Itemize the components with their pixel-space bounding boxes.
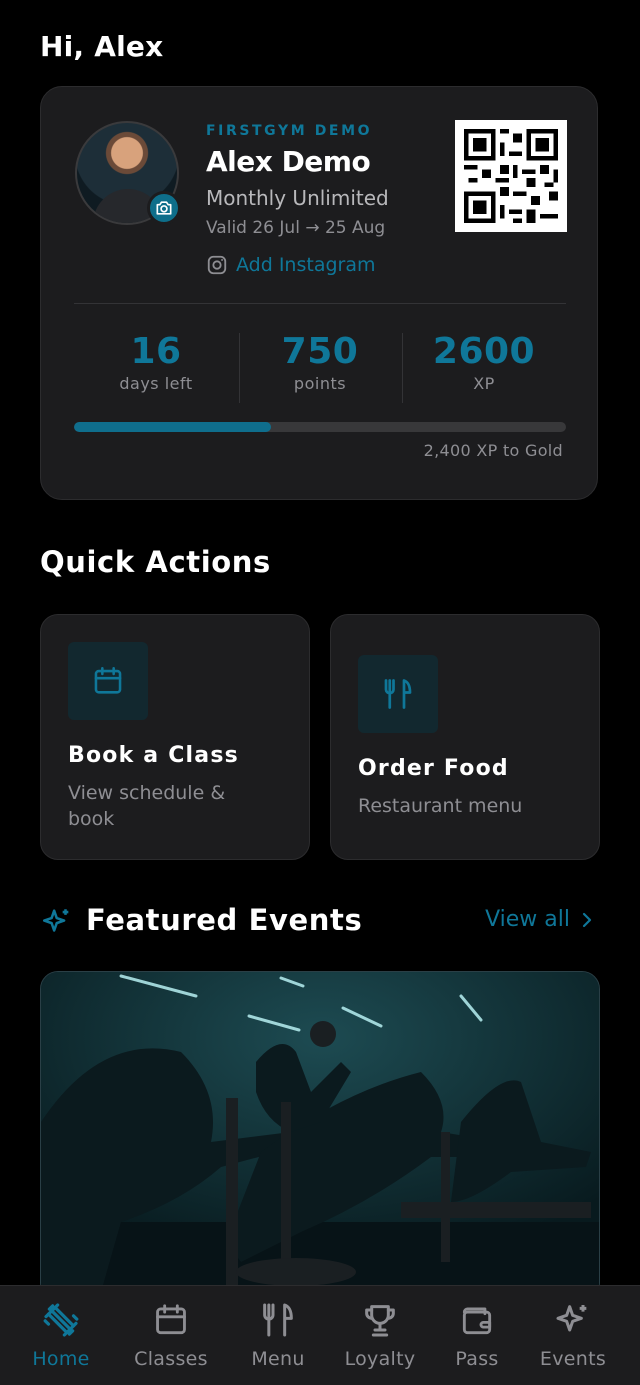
membership-qr-code[interactable] bbox=[455, 120, 567, 232]
trophy-icon bbox=[365, 1305, 395, 1337]
qr-code-icon bbox=[455, 120, 567, 232]
featured-events-heading: Featured Events bbox=[86, 903, 363, 937]
tab-label: Home bbox=[32, 1348, 90, 1370]
member-name: Alex Demo bbox=[206, 145, 371, 178]
tab-label: Loyalty bbox=[344, 1348, 416, 1370]
tab-menu[interactable]: Menu bbox=[225, 1298, 331, 1370]
quick-actions-heading: Quick Actions bbox=[40, 545, 271, 579]
tab-label: Events bbox=[539, 1348, 607, 1370]
action-subtitle-line: View schedule & bbox=[68, 782, 226, 804]
bottom-tab-bar: Home Classes Menu Loyalty Pass Events bbox=[0, 1285, 640, 1385]
action-icon-tile bbox=[358, 655, 438, 733]
featured-events-header: Featured Events View all bbox=[40, 903, 600, 943]
greeting-heading: Hi, Alex bbox=[40, 30, 164, 63]
calendar-icon bbox=[156, 1304, 186, 1335]
dumbbell-icon bbox=[43, 1303, 79, 1337]
action-subtitle: Restaurant menu bbox=[358, 795, 523, 817]
stat-value: 16 bbox=[130, 331, 182, 372]
stat-xp: 2600 XP bbox=[402, 331, 566, 393]
add-instagram-label: Add Instagram bbox=[236, 254, 376, 276]
featured-event-card[interactable] bbox=[40, 971, 600, 1301]
card-divider bbox=[74, 303, 566, 304]
event-photo bbox=[41, 972, 599, 1300]
utensils-icon bbox=[263, 1303, 293, 1337]
stat-label: points bbox=[293, 374, 347, 393]
xp-progress-bar bbox=[74, 422, 566, 432]
camera-icon bbox=[156, 201, 172, 215]
wallet-icon bbox=[462, 1307, 492, 1335]
tab-label: Menu bbox=[251, 1348, 305, 1370]
add-instagram-link[interactable]: Add Instagram bbox=[206, 252, 376, 278]
stat-label: XP bbox=[473, 374, 495, 393]
tab-home[interactable]: Home bbox=[8, 1298, 114, 1370]
book-class-card[interactable]: Book a Class View schedule & book bbox=[40, 614, 310, 860]
utensils-icon bbox=[384, 679, 412, 709]
tab-classes[interactable]: Classes bbox=[118, 1298, 224, 1370]
xp-progress-label: 2,400 XP to Gold bbox=[423, 441, 563, 460]
tab-pass[interactable]: Pass bbox=[424, 1298, 530, 1370]
stat-value: 2600 bbox=[432, 331, 536, 372]
tab-label: Pass bbox=[455, 1348, 499, 1370]
tab-loyalty[interactable]: Loyalty bbox=[327, 1298, 433, 1370]
membership-validity: Valid 26 Jul → 25 Aug bbox=[206, 218, 386, 238]
action-title: Book a Class bbox=[68, 743, 239, 768]
view-all-label: View all bbox=[485, 907, 570, 932]
xp-progress-fill bbox=[74, 422, 271, 432]
stat-label: days left bbox=[119, 374, 193, 393]
tab-events[interactable]: Events bbox=[520, 1298, 626, 1370]
stat-value: 750 bbox=[281, 331, 359, 372]
action-title: Order Food bbox=[358, 756, 509, 781]
action-icon-tile bbox=[68, 642, 148, 720]
membership-plan: Monthly Unlimited bbox=[206, 186, 389, 210]
stat-days-left: 16 days left bbox=[74, 331, 238, 393]
instagram-icon bbox=[207, 255, 227, 275]
change-photo-button[interactable] bbox=[147, 191, 181, 225]
membership-card: FIRSTGYM DEMO Alex Demo Monthly Unlimite… bbox=[40, 86, 598, 500]
action-subtitle-line: book bbox=[68, 808, 115, 830]
action-subtitle: View schedule & book bbox=[68, 780, 225, 832]
tab-label: Classes bbox=[134, 1348, 208, 1370]
stat-points: 750 points bbox=[238, 331, 402, 393]
sparkle-icon bbox=[42, 909, 69, 932]
chevron-right-icon bbox=[582, 912, 592, 927]
gym-name: FIRSTGYM DEMO bbox=[206, 123, 373, 139]
sparkle-icon bbox=[556, 1305, 587, 1332]
order-food-card[interactable]: Order Food Restaurant menu bbox=[330, 614, 600, 860]
calendar-icon bbox=[94, 666, 122, 694]
view-all-events-link[interactable]: View all bbox=[485, 907, 594, 932]
